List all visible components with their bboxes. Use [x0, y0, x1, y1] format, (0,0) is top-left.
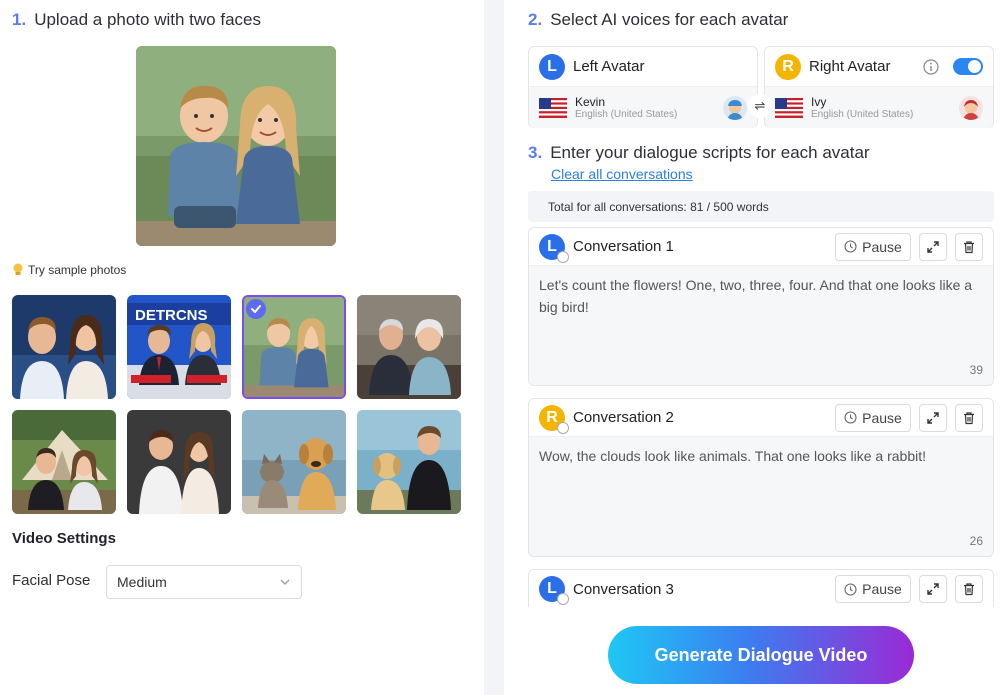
right-voice-name: Ivy	[811, 94, 827, 109]
sample-photo-man-dog[interactable]	[357, 410, 461, 514]
generate-dialogue-video-button[interactable]: Generate Dialogue Video	[608, 626, 914, 684]
sample-photo-camping-couple[interactable]	[12, 410, 116, 514]
info-icon[interactable]	[923, 58, 939, 75]
clock-icon	[844, 582, 857, 596]
conversation-3-delete-button[interactable]	[955, 575, 983, 603]
us-flag-icon	[539, 97, 567, 118]
conversation-1-pause-button[interactable]: Pause	[835, 232, 911, 261]
conversation-3-pause-label: Pause	[862, 581, 902, 597]
swap-voices-button[interactable]: ⇌	[748, 94, 772, 118]
us-flag-icon	[775, 97, 803, 118]
video-settings-title: Video Settings	[12, 530, 116, 547]
left-avatar-card[interactable]: L Left Avatar Kevin English (United Stat…	[528, 46, 758, 128]
uploaded-photo[interactable]	[136, 46, 336, 246]
clear-all-link[interactable]: Clear all conversations	[551, 166, 693, 182]
conversation-2-title: Conversation 2	[573, 409, 674, 426]
conversation-3-speaker-letter: L	[547, 580, 557, 597]
scripts-step-title: 3. Enter your dialogue scripts for each a…	[528, 143, 870, 163]
scripts-step-number: 3.	[528, 143, 543, 162]
expand-icon	[927, 583, 939, 595]
trash-icon	[964, 411, 974, 424]
left-avatar-badge: L	[539, 53, 565, 80]
switch-speaker-icon	[557, 593, 569, 605]
conversation-2-pause-button[interactable]: Pause	[835, 403, 911, 432]
left-voice-selector[interactable]: Kevin English (United States)	[529, 87, 757, 128]
sample-photo-cat-dog[interactable]	[242, 410, 346, 514]
sample-photo-couple-news[interactable]	[12, 295, 116, 399]
try-sample-label: Try sample photos	[12, 263, 126, 277]
right-voice-language: English (United States)	[811, 108, 914, 120]
conversation-1-text[interactable]: Let's count the flowers! One, two, three…	[529, 266, 993, 376]
upload-step-number: 1.	[12, 10, 27, 29]
try-sample-text: Try sample photos	[28, 263, 127, 277]
lightbulb-icon	[13, 263, 23, 275]
selected-check-icon	[246, 299, 266, 319]
facial-pose-value: Medium	[117, 574, 167, 590]
conversation-2-delete-button[interactable]	[955, 403, 983, 432]
clock-icon	[844, 240, 857, 253]
sample-photo-elderly-couple[interactable]	[357, 295, 461, 399]
conversation-1-speaker-badge[interactable]: L	[539, 233, 569, 263]
voices-step-label: Select AI voices for each avatar	[550, 10, 789, 29]
conversation-1-char-count: 39	[969, 363, 983, 377]
conversation-card-3: L Conversation 3 Pause	[528, 569, 994, 607]
upload-step-title: 1. Upload a photo with two faces	[12, 10, 261, 30]
conversation-2-pause-label: Pause	[862, 409, 902, 426]
conversation-3-title: Conversation 3	[573, 580, 674, 598]
switch-speaker-icon	[557, 421, 569, 434]
right-voice-avatar	[959, 96, 983, 120]
right-avatar-label: Right Avatar	[809, 58, 891, 75]
left-voice-name: Kevin	[575, 94, 606, 109]
voices-panel: 2. Select AI voices for each avatar L Lef…	[504, 0, 1006, 695]
clock-icon	[844, 411, 857, 424]
conversation-card-2: R Conversation 2 Pause Wow, the clouds l…	[528, 398, 994, 557]
sample-photo-kids[interactable]	[242, 295, 346, 399]
conversation-1-delete-button[interactable]	[955, 232, 983, 261]
conversation-2-char-count: 26	[969, 534, 983, 548]
conversation-2-speaker-letter: R	[546, 408, 558, 426]
expand-icon	[927, 240, 939, 253]
panel-divider	[484, 0, 504, 695]
word-count-summary: Total for all conversations: 81 / 500 wo…	[528, 191, 994, 222]
upload-panel: 1. Upload a photo with two faces Try sam…	[0, 0, 484, 695]
right-voice-selector[interactable]: Ivy English (United States)	[765, 87, 993, 128]
sample-photo-news-anchors[interactable]: DETRCNS	[127, 295, 231, 399]
right-avatar-badge: R	[775, 53, 801, 80]
conversation-2-expand-button[interactable]	[919, 403, 947, 432]
conversation-card-1: L Conversation 1 Pause Let's count the f…	[528, 227, 994, 386]
conversation-2-speaker-badge[interactable]: R	[539, 404, 569, 434]
conversation-3-pause-button[interactable]: Pause	[835, 575, 911, 603]
conversation-3-speaker-badge[interactable]: L	[539, 576, 569, 605]
voices-step-title: 2. Select AI voices for each avatar	[528, 10, 788, 30]
expand-icon	[927, 411, 939, 424]
facial-pose-select[interactable]: Medium	[106, 565, 302, 599]
conversation-2-text[interactable]: Wow, the clouds look like animals. That …	[529, 437, 993, 547]
switch-speaker-icon	[557, 250, 569, 263]
conversation-1-title: Conversation 1	[573, 238, 674, 255]
right-avatar-card[interactable]: R Right Avatar Ivy English (United State…	[764, 46, 994, 128]
conversation-1-pause-label: Pause	[862, 238, 902, 255]
upload-step-label: Upload a photo with two faces	[34, 10, 261, 29]
sample-photo-young-couple[interactable]	[127, 410, 231, 514]
left-avatar-label: Left Avatar	[573, 58, 645, 75]
trash-icon	[964, 583, 974, 596]
conversation-1-expand-button[interactable]	[919, 232, 947, 261]
left-voice-language: English (United States)	[575, 108, 678, 120]
left-voice-avatar	[723, 96, 747, 120]
facial-pose-label: Facial Pose	[12, 572, 91, 589]
news-banner-text: DETRCNS	[135, 307, 208, 324]
right-avatar-toggle[interactable]	[953, 58, 983, 75]
conversation-3-expand-button[interactable]	[919, 575, 947, 603]
conversation-1-speaker-letter: L	[547, 237, 557, 255]
trash-icon	[964, 240, 974, 253]
voices-step-number: 2.	[528, 10, 543, 29]
chevron-down-icon	[280, 579, 290, 585]
scripts-step-label: Enter your dialogue scripts for each ava…	[550, 143, 870, 162]
